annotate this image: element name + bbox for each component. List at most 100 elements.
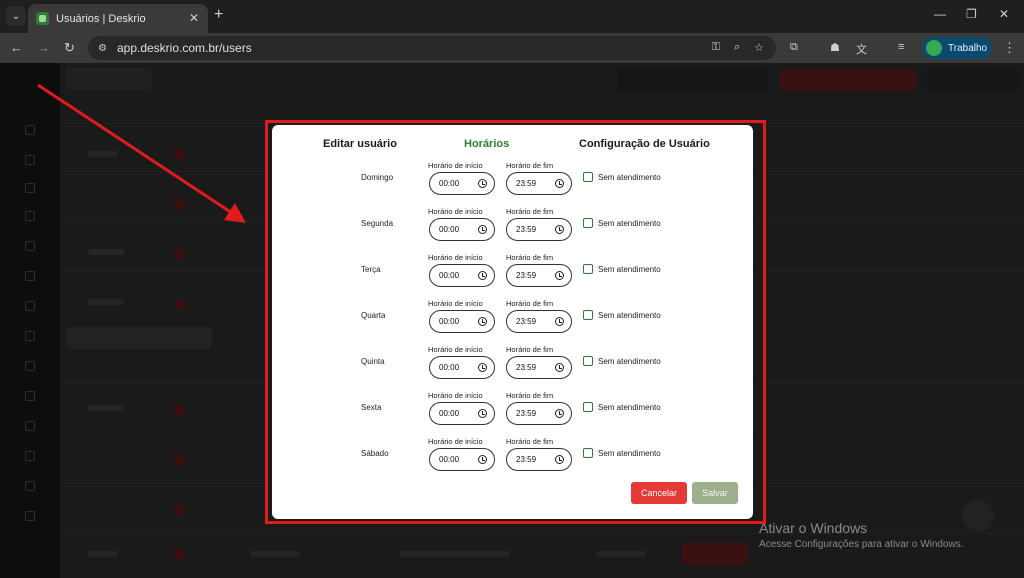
restore-icon[interactable]: ❐: [966, 7, 977, 21]
clock-icon[interactable]: [555, 317, 564, 326]
clock-icon[interactable]: [478, 317, 487, 326]
sidebar-icon[interactable]: [25, 241, 35, 251]
sidebar-icon[interactable]: [25, 451, 35, 461]
start-time-value: 00:00: [439, 225, 460, 234]
no-service-checkbox[interactable]: [583, 310, 593, 320]
day-label: Quinta: [361, 357, 385, 366]
no-service-checkbox[interactable]: [583, 264, 593, 274]
bookmark-star-icon[interactable]: ☆: [754, 41, 764, 54]
tab-editar-usuario[interactable]: Editar usuário: [323, 138, 397, 150]
end-time-value: 23:59: [516, 363, 537, 372]
start-time-input[interactable]: 00:00: [429, 218, 495, 241]
no-service-label: Sem atendimento: [598, 311, 661, 320]
no-service-checkbox[interactable]: [583, 172, 593, 182]
clock-icon[interactable]: [555, 363, 564, 372]
extensions-icon[interactable]: ⧉: [790, 41, 798, 54]
no-service-checkbox[interactable]: [583, 402, 593, 412]
key-icon[interactable]: ⚿: [712, 41, 720, 54]
start-time-input[interactable]: 00:00: [429, 310, 495, 333]
clock-icon[interactable]: [478, 271, 487, 280]
start-time-label: Horário de início: [428, 207, 483, 216]
browser-menu-icon[interactable]: ⋮: [1003, 40, 1016, 56]
end-time-input[interactable]: 23:59: [506, 356, 572, 379]
start-time-input[interactable]: 00:00: [429, 356, 495, 379]
sidebar-icon[interactable]: [25, 183, 35, 193]
reading-list-icon[interactable]: ≡: [898, 41, 904, 53]
minimize-icon[interactable]: —: [934, 7, 946, 21]
tab-horarios[interactable]: Horários: [464, 138, 509, 150]
cancel-button[interactable]: Cancelar: [631, 482, 687, 504]
day-label: Quarta: [361, 311, 386, 320]
sidebar-icon[interactable]: [25, 125, 35, 135]
start-time-value: 00:00: [439, 179, 460, 188]
tab-search-icon[interactable]: ⌄: [6, 6, 26, 26]
end-time-input[interactable]: 23:59: [506, 402, 572, 425]
end-time-input[interactable]: 23:59: [506, 218, 572, 241]
status-dot: [174, 199, 185, 210]
sidebar-icon[interactable]: [25, 511, 35, 521]
sidebar-icon[interactable]: [25, 271, 35, 281]
no-service-checkbox[interactable]: [583, 356, 593, 366]
forward-icon[interactable]: →: [37, 40, 50, 55]
clock-icon[interactable]: [555, 225, 564, 234]
incognito-icon[interactable]: ☗: [830, 41, 840, 54]
start-time-input[interactable]: 00:00: [429, 448, 495, 471]
url-field[interactable]: ⚙ app.deskrio.com.br/users ⚿ ⌕ ☆: [88, 36, 776, 60]
browser-tab[interactable]: Usuários | Deskrio ✕: [28, 4, 208, 33]
clock-icon[interactable]: [555, 455, 564, 464]
clock-icon[interactable]: [478, 179, 487, 188]
save-button[interactable]: Salvar: [692, 482, 738, 504]
status-dot: [174, 299, 185, 310]
reload-icon[interactable]: ↻: [64, 40, 75, 56]
window-close-icon[interactable]: ✕: [999, 7, 1009, 21]
sidebar-icon[interactable]: [25, 211, 35, 221]
clock-icon[interactable]: [555, 179, 564, 188]
start-time-input[interactable]: 00:00: [429, 402, 495, 425]
no-service-label: Sem atendimento: [598, 173, 661, 182]
sidebar-icon[interactable]: [25, 421, 35, 431]
close-icon[interactable]: ✕: [189, 11, 199, 25]
status-dot: [174, 549, 185, 560]
clock-icon[interactable]: [555, 271, 564, 280]
start-time-label: Horário de início: [428, 253, 483, 262]
start-time-label: Horário de início: [428, 345, 483, 354]
end-time-input[interactable]: 23:59: [506, 172, 572, 195]
start-time-input[interactable]: 00:00: [429, 264, 495, 287]
address-bar: ← → ↻ ⚙ app.deskrio.com.br/users ⚿ ⌕ ☆ ⧉…: [0, 33, 1024, 63]
clock-icon[interactable]: [478, 363, 487, 372]
url-text: app.deskrio.com.br/users: [116, 41, 252, 55]
browser-tab-strip: ⌄ Usuários | Deskrio ✕ + — ❐ ✕: [0, 0, 1024, 33]
sidebar-icon[interactable]: [25, 331, 35, 341]
start-time-label: Horário de início: [428, 391, 483, 400]
end-time-input[interactable]: 23:59: [506, 448, 572, 471]
sidebar-icon[interactable]: [25, 361, 35, 371]
back-icon[interactable]: ←: [10, 40, 23, 55]
clock-icon[interactable]: [478, 409, 487, 418]
clock-icon[interactable]: [478, 455, 487, 464]
end-time-value: 23:59: [516, 455, 537, 464]
sidebar-icon[interactable]: [25, 155, 35, 165]
bg-button: [927, 69, 1019, 91]
sidebar-icon[interactable]: [25, 391, 35, 401]
zoom-icon[interactable]: ⌕: [734, 41, 740, 54]
sidebar-icon[interactable]: [25, 301, 35, 311]
clock-icon[interactable]: [478, 225, 487, 234]
day-label: Sexta: [361, 403, 382, 412]
tab-configuracao-usuario[interactable]: Configuração de Usuário: [579, 138, 710, 150]
start-time-input[interactable]: 00:00: [429, 172, 495, 195]
no-service-label: Sem atendimento: [598, 357, 661, 366]
end-time-input[interactable]: 23:59: [506, 264, 572, 287]
no-service-checkbox[interactable]: [583, 218, 593, 228]
start-time-value: 00:00: [439, 317, 460, 326]
no-service-label: Sem atendimento: [598, 219, 661, 228]
new-tab-icon[interactable]: +: [214, 6, 223, 24]
sidebar-icon[interactable]: [25, 481, 35, 491]
end-time-input[interactable]: 23:59: [506, 310, 572, 333]
translate-icon[interactable]: 文: [856, 41, 867, 57]
no-service-label: Sem atendimento: [598, 265, 661, 274]
start-time-value: 00:00: [439, 363, 460, 372]
profile-button[interactable]: Trabalho: [922, 37, 992, 59]
clock-icon[interactable]: [555, 409, 564, 418]
site-info-icon[interactable]: ⚙: [98, 43, 107, 54]
no-service-checkbox[interactable]: [583, 448, 593, 458]
